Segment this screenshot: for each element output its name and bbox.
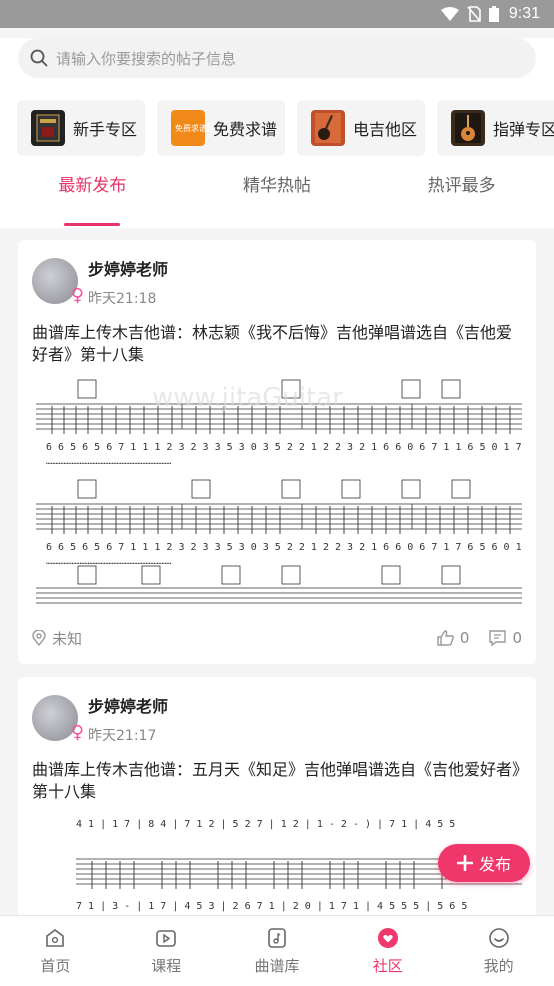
tab-featured[interactable]: 精华热帖 bbox=[185, 158, 370, 228]
nav-label: 我的 bbox=[483, 957, 514, 975]
free-score-icon: 免费求谱区 bbox=[171, 110, 215, 146]
tab-most-comments[interactable]: 热评最多 bbox=[369, 158, 554, 228]
svg-text:……………………………………………………………………: …………………………………………………………………… bbox=[46, 457, 171, 466]
nav-label: 课程 bbox=[151, 957, 182, 975]
free-score-badge-text: 免费求谱区 bbox=[175, 123, 215, 133]
location-pin-icon bbox=[32, 630, 46, 646]
status-bar: 9:31 bbox=[0, 0, 554, 28]
tablature-illustration: 6 6 5 6 5 6 7 1 1 1 2 3 2 3 3 5 3 0 3 5 … bbox=[36, 379, 522, 604]
author-name[interactable]: 步婷婷老师 bbox=[88, 256, 168, 280]
svg-text:7 1 | 3 - | 1 7 | 4 5 3 | 2 6: 7 1 | 3 - | 1 7 | 4 5 3 | 2 6 7 1 | 2 0 … bbox=[76, 901, 467, 912]
nav-label: 社区 bbox=[372, 957, 403, 975]
category-electric[interactable]: 电吉他区 bbox=[297, 100, 425, 156]
plus-icon bbox=[456, 855, 473, 871]
thumbs-up-icon bbox=[437, 630, 454, 646]
post-time: 昨天21:18 bbox=[88, 291, 157, 307]
tab-label: 精华热帖 bbox=[243, 176, 311, 196]
post-meta: 步婷婷老师 昨天21:18 bbox=[88, 254, 168, 308]
category-label: 新手专区 bbox=[73, 120, 138, 139]
comment-icon bbox=[489, 630, 507, 646]
electric-guitar-icon bbox=[311, 110, 345, 146]
status-icons bbox=[440, 6, 499, 22]
sheet-music-image[interactable]: 6 6 5 6 5 6 7 1 1 1 2 3 2 3 3 5 3 0 3 5 … bbox=[32, 376, 522, 612]
publish-label: 发布 bbox=[478, 855, 511, 874]
comment-count: 0 bbox=[512, 629, 522, 647]
post-meta: 步婷婷老师 昨天21:17 bbox=[88, 691, 168, 745]
nav-label: 曲谱库 bbox=[254, 957, 300, 975]
female-icon: ♀ bbox=[70, 285, 84, 306]
post-actions: 0 0 bbox=[437, 629, 522, 647]
top-area: 请输入你要搜索的帖子信息 新手专区 免费求谱区 免费求谱 电吉他区 指弹专区 最… bbox=[0, 38, 554, 228]
svg-text:6 6 5 6 5 6 7 1 1 1 2 3 2 3 3: 6 6 5 6 5 6 7 1 1 1 2 3 2 3 3 5 3 0 3 5 … bbox=[46, 442, 522, 453]
like-button[interactable]: 0 bbox=[437, 629, 470, 647]
nav-profile[interactable]: 我的 bbox=[443, 916, 554, 986]
nav-community[interactable]: 社区 bbox=[332, 916, 443, 986]
category-beginner[interactable]: 新手专区 bbox=[17, 100, 145, 156]
post-feed: ♀ 步婷婷老师 昨天21:18 曲谱库上传木吉他谱：林志颖《我不后悔》吉他弹唱谱… bbox=[0, 228, 554, 917]
tab-bar: 最新发布 精华热帖 热评最多 bbox=[0, 158, 554, 228]
tab-latest[interactable]: 最新发布 bbox=[0, 158, 185, 228]
battery-icon bbox=[488, 6, 499, 22]
search-icon bbox=[30, 49, 48, 67]
category-free-score[interactable]: 免费求谱区 免费求谱 bbox=[157, 100, 285, 156]
like-count: 0 bbox=[459, 629, 470, 647]
location: 未知 bbox=[32, 628, 82, 649]
author-name[interactable]: 步婷婷老师 bbox=[88, 693, 168, 717]
nav-course[interactable]: 课程 bbox=[111, 916, 222, 986]
post-time: 昨天21:17 bbox=[88, 728, 157, 744]
comment-button[interactable]: 0 bbox=[489, 629, 522, 647]
course-icon bbox=[154, 926, 178, 950]
score-library-icon bbox=[265, 926, 289, 950]
avatar[interactable]: ♀ bbox=[32, 258, 84, 306]
wifi-icon bbox=[440, 7, 459, 21]
svg-text:www.jitaGuitar: www.jitaGuitar bbox=[152, 383, 343, 413]
nav-score-library[interactable]: 曲谱库 bbox=[222, 916, 333, 986]
post-header: ♀ 步婷婷老师 昨天21:17 bbox=[32, 691, 522, 745]
home-icon bbox=[43, 926, 67, 950]
post-header: ♀ 步婷婷老师 昨天21:18 bbox=[32, 254, 522, 308]
tab-label: 最新发布 bbox=[58, 176, 127, 196]
acoustic-guitar-icon bbox=[451, 110, 485, 146]
search-input[interactable]: 请输入你要搜索的帖子信息 bbox=[18, 38, 536, 78]
category-row: 新手专区 免费求谱区 免费求谱 电吉他区 指弹专区 bbox=[0, 78, 554, 156]
post-footer: 未知 0 0 bbox=[32, 612, 522, 664]
female-icon: ♀ bbox=[70, 722, 84, 743]
svg-text:……………………………………………………………………: …………………………………………………………………… bbox=[46, 557, 171, 566]
category-label: 指弹专区 bbox=[493, 120, 554, 139]
category-label: 电吉他区 bbox=[353, 120, 418, 139]
post-card[interactable]: ♀ 步婷婷老师 昨天21:18 曲谱库上传木吉他谱：林志颖《我不后悔》吉他弹唱谱… bbox=[18, 240, 536, 664]
category-fingerstyle[interactable]: 指弹专区 bbox=[437, 100, 554, 156]
status-time: 9:31 bbox=[508, 5, 540, 22]
category-label: 免费求谱 bbox=[213, 120, 278, 139]
community-icon bbox=[376, 926, 400, 950]
post-title[interactable]: 曲谱库上传木吉他谱：五月天《知足》吉他弹唱谱选自《吉他爱好者》第十八集 bbox=[32, 759, 522, 803]
svg-text:4 1 | 1 7 | 8 4 | 7 1 2 |: 4 1 | 1 7 | 8 4 | 7 1 2 | 5 2 7 | 1 2 | … bbox=[76, 819, 455, 830]
book-icon bbox=[31, 110, 65, 146]
profile-icon bbox=[487, 926, 511, 950]
nav-label: 首页 bbox=[40, 957, 71, 975]
nav-home[interactable]: 首页 bbox=[0, 916, 111, 986]
no-sim-icon bbox=[467, 6, 481, 22]
search-placeholder: 请输入你要搜索的帖子信息 bbox=[56, 49, 237, 68]
tab-label: 热评最多 bbox=[427, 176, 496, 196]
location-text: 未知 bbox=[52, 629, 83, 648]
tab-active-indicator bbox=[64, 223, 121, 226]
post-title[interactable]: 曲谱库上传木吉他谱：林志颖《我不后悔》吉他弹唱谱选自《吉他爱好者》第十八集 bbox=[32, 322, 522, 366]
avatar[interactable]: ♀ bbox=[32, 695, 84, 743]
publish-button[interactable]: 发布 bbox=[438, 844, 530, 882]
bottom-nav: 首页 课程 曲谱库 社区 我的 bbox=[0, 915, 554, 986]
svg-text:6 6 5 6 5 6 7 1 1 1 2 3 2 3 3: 6 6 5 6 5 6 7 1 1 1 2 3 2 3 3 5 3 0 3 5 … bbox=[46, 542, 522, 553]
